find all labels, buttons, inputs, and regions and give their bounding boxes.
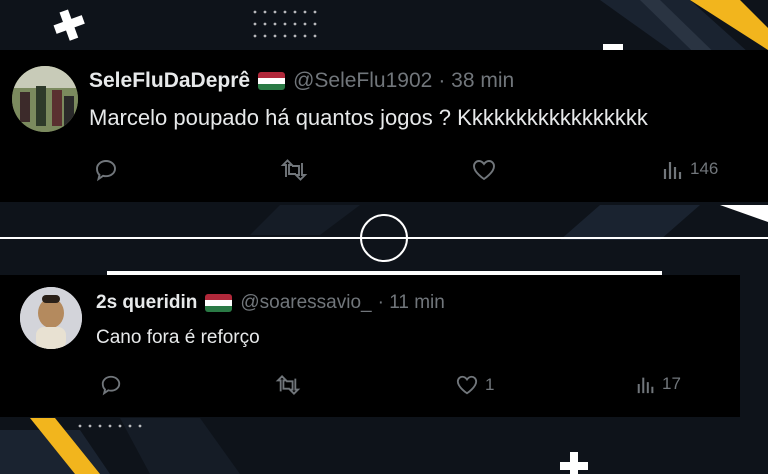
tweet-text: Marcelo poupado há quantos jogos ? Kkkkk…: [89, 105, 648, 130]
like-button[interactable]: [471, 158, 503, 182]
views-icon: [637, 377, 654, 394]
retweet-button[interactable]: [280, 158, 314, 182]
user-handle[interactable]: @soaressavio_: [240, 292, 371, 314]
avatar-image: [20, 287, 82, 349]
tweet-header: 2s queridin @soaressavio_ · 11 min: [96, 292, 445, 314]
tweet-header: SeleFluDaDeprê @SeleFlu1902 · 38 min: [89, 69, 514, 93]
views-button[interactable]: 146: [662, 158, 718, 180]
tweet-time[interactable]: · 11 min: [378, 292, 445, 314]
display-name[interactable]: 2s queridin: [96, 292, 197, 314]
tweet-card[interactable]: 2s queridin @soaressavio_ · 11 min Cano …: [0, 275, 740, 417]
reply-button[interactable]: [94, 158, 124, 182]
views-count: 146: [690, 159, 719, 178]
retweet-icon: [275, 374, 301, 396]
views-button[interactable]: 17: [636, 374, 681, 394]
reply-icon: [101, 375, 121, 396]
hungary-flag-icon: [258, 72, 286, 90]
avatar[interactable]: [20, 287, 82, 349]
avatar-image: [12, 66, 78, 132]
reply-button[interactable]: [100, 374, 128, 396]
like-button[interactable]: 1: [455, 374, 494, 396]
avatar[interactable]: [12, 66, 78, 132]
retweet-icon: [280, 159, 308, 181]
like-icon: [473, 160, 495, 181]
views-icon: [663, 162, 682, 179]
retweet-button[interactable]: [275, 374, 307, 396]
hungary-flag-icon: [205, 294, 233, 312]
reply-icon: [96, 160, 116, 182]
tweet-time[interactable]: · 38 min: [438, 69, 514, 93]
like-icon: [456, 375, 478, 395]
display-name[interactable]: SeleFluDaDeprê: [89, 69, 250, 93]
tweet-card[interactable]: SeleFluDaDeprê @SeleFlu1902 · 38 min Mar…: [0, 50, 768, 202]
views-count: 17: [662, 374, 681, 393]
like-count: 1: [485, 375, 495, 394]
tweet-text: Cano fora é reforço: [96, 327, 260, 348]
user-handle[interactable]: @SeleFlu1902: [293, 69, 432, 93]
